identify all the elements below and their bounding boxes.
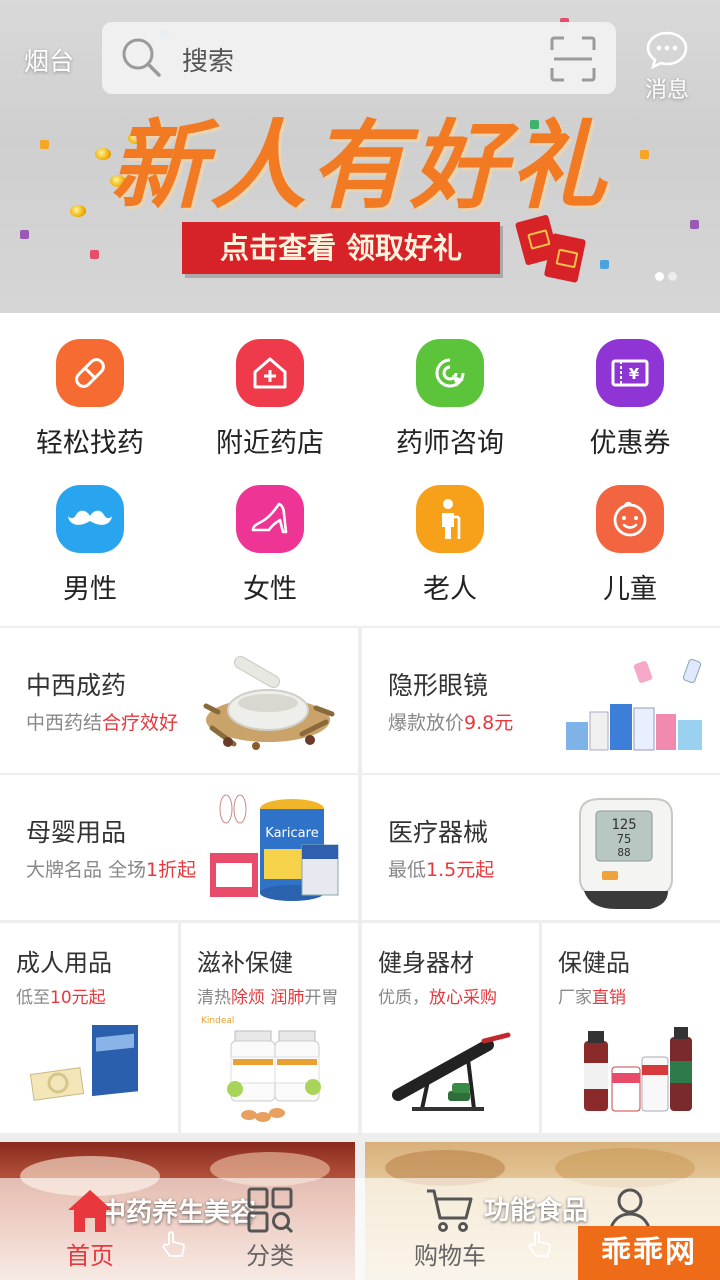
nav-item-coupons[interactable]: ¥ 优惠券 (540, 339, 720, 460)
mustache-icon (56, 485, 124, 553)
fitness-bench-image (392, 1032, 511, 1111)
svg-text:75: 75 (617, 832, 631, 846)
category-card-contact-lenses[interactable]: 隐形眼镜 爆款放价9.8元 (362, 628, 720, 773)
category-title: 滋补保健 (197, 949, 293, 977)
confetti-decoration (90, 250, 99, 259)
nav-item-women[interactable]: 女性 (180, 485, 360, 606)
category-subtitle: 最低1.5元起 (388, 859, 495, 881)
tab-label: 分类 (246, 1242, 294, 1270)
messages-label: 消息 (644, 78, 689, 103)
tab-category[interactable]: 分类 (180, 1178, 360, 1280)
nav-item-find-medicine[interactable]: 轻松找药 (0, 339, 180, 460)
blood-pressure-monitor-image: 125 75 88 (579, 798, 673, 909)
category-subtitle: 大牌名品 全场1折起 (26, 859, 197, 881)
nav-label: 优惠券 (589, 428, 671, 459)
banner-cta[interactable]: 点击查看 领取好礼 (182, 222, 500, 274)
confetti-decoration (40, 140, 49, 149)
red-packet-icon (543, 232, 587, 284)
svg-text:Karicare: Karicare (265, 826, 318, 841)
category-subtitle: 低至10元起 (16, 988, 106, 1008)
category-card-adult-products[interactable]: 成人用品 低至10元起 (0, 923, 178, 1133)
category-title: 母婴用品 (26, 818, 127, 847)
tab-label: 首页 (66, 1242, 114, 1270)
nav-label: 老人 (423, 574, 477, 605)
nav-item-men[interactable]: 男性 (0, 485, 180, 606)
baby-formula-image: Karicare (210, 794, 339, 901)
search-input[interactable]: 搜索 (182, 41, 234, 78)
supplement-bottles-image: Kindeal (201, 1016, 321, 1122)
category-subtitle: 厂家直销 (558, 988, 626, 1008)
category-card-nourishing-health[interactable]: 滋补保健 清热除烦 润肺开胃 Kindeal (181, 923, 358, 1133)
search-icon (122, 38, 161, 77)
category-title: 医疗器械 (388, 818, 489, 847)
home-icon (68, 1190, 112, 1232)
category-title: 保健品 (558, 949, 630, 977)
tab-label: 购物车 (414, 1242, 486, 1270)
category-card-chinese-western-medicine[interactable]: 中西成药 中西药结合疗效好 (0, 628, 358, 773)
svg-text:¥: ¥ (629, 365, 640, 383)
banner-title: 新人有好礼 (110, 109, 610, 222)
confetti-decoration (600, 260, 609, 269)
messages-button[interactable]: 消息 (640, 30, 694, 104)
category-title: 中西成药 (26, 671, 127, 700)
adult-product-image (29, 1025, 138, 1101)
coupon-icon: ¥ (596, 339, 664, 407)
category-icon (247, 1187, 294, 1234)
category-title: 成人用品 (16, 949, 112, 977)
site-watermark: 乖乖网 (578, 1226, 720, 1280)
category-card-fitness-equipment[interactable]: 健身器材 优质，放心采购 (362, 923, 539, 1133)
category-subtitle: 清热除烦 润肺开胃 (197, 988, 339, 1008)
quick-nav-grid: 轻松找药 附近药店 药师咨询 ¥ 优惠券 男性 女性 老人 儿童 (0, 313, 720, 626)
nav-label: 女性 (243, 574, 297, 605)
tab-home[interactable]: 首页 (0, 1178, 180, 1280)
svg-text:125: 125 (611, 817, 636, 833)
category-subtitle: 爆款放价9.8元 (388, 712, 514, 734)
elder-icon (416, 485, 484, 553)
category-subtitle: 中西药结合疗效好 (26, 712, 179, 734)
nav-label: 男性 (63, 574, 117, 605)
nav-item-children[interactable]: 儿童 (540, 485, 720, 606)
nav-label: 附近药店 (216, 428, 324, 459)
category-title: 隐形眼镜 (388, 671, 489, 700)
confetti-decoration (690, 220, 699, 229)
message-bubble-icon (646, 31, 688, 70)
nav-item-pharmacist-consult[interactable]: 药师咨询 (360, 339, 540, 460)
search-bar[interactable]: 搜索 (102, 22, 616, 94)
child-face-icon (596, 485, 664, 553)
nav-item-elderly[interactable]: 老人 (360, 485, 540, 606)
svg-text:Kindeal: Kindeal (201, 1016, 234, 1026)
category-card-mother-baby[interactable]: 母婴用品 大牌名品 全场1折起 Karicare (0, 775, 358, 920)
contact-lens-products-image (566, 658, 702, 751)
gold-coin-decoration (70, 205, 86, 217)
nav-item-nearby-pharmacy[interactable]: 附近药店 (180, 339, 360, 460)
city-selector[interactable]: 烟台 (24, 42, 74, 78)
tab-cart[interactable]: 购物车 (360, 1178, 540, 1280)
category-card-health-products[interactable]: 保健品 厂家直销 (542, 923, 720, 1133)
consult-icon (416, 339, 484, 407)
cart-icon (427, 1189, 473, 1232)
confetti-decoration (20, 230, 29, 239)
herbal-medicine-image (203, 656, 335, 750)
nav-label: 儿童 (603, 574, 657, 605)
confetti-decoration (640, 150, 649, 159)
category-title: 健身器材 (378, 949, 474, 977)
svg-text:88: 88 (617, 846, 630, 859)
health-supplements-image (584, 1027, 692, 1112)
carousel-dot (655, 272, 664, 281)
promo-banner[interactable]: 新人有好礼 点击查看 领取好礼 烟台 搜索 消息 (0, 0, 720, 313)
nav-label: 轻松找药 (36, 428, 144, 459)
high-heel-icon (236, 485, 304, 553)
category-subtitle: 优质，放心采购 (378, 988, 497, 1008)
pill-icon (56, 339, 124, 407)
nav-label: 药师咨询 (396, 428, 504, 459)
carousel-dot (668, 272, 677, 281)
carousel-indicator (655, 272, 677, 281)
store-icon (236, 339, 304, 407)
scan-icon[interactable] (550, 36, 596, 82)
category-card-medical-devices[interactable]: 医疗器械 最低1.5元起 125 75 88 (362, 775, 720, 920)
